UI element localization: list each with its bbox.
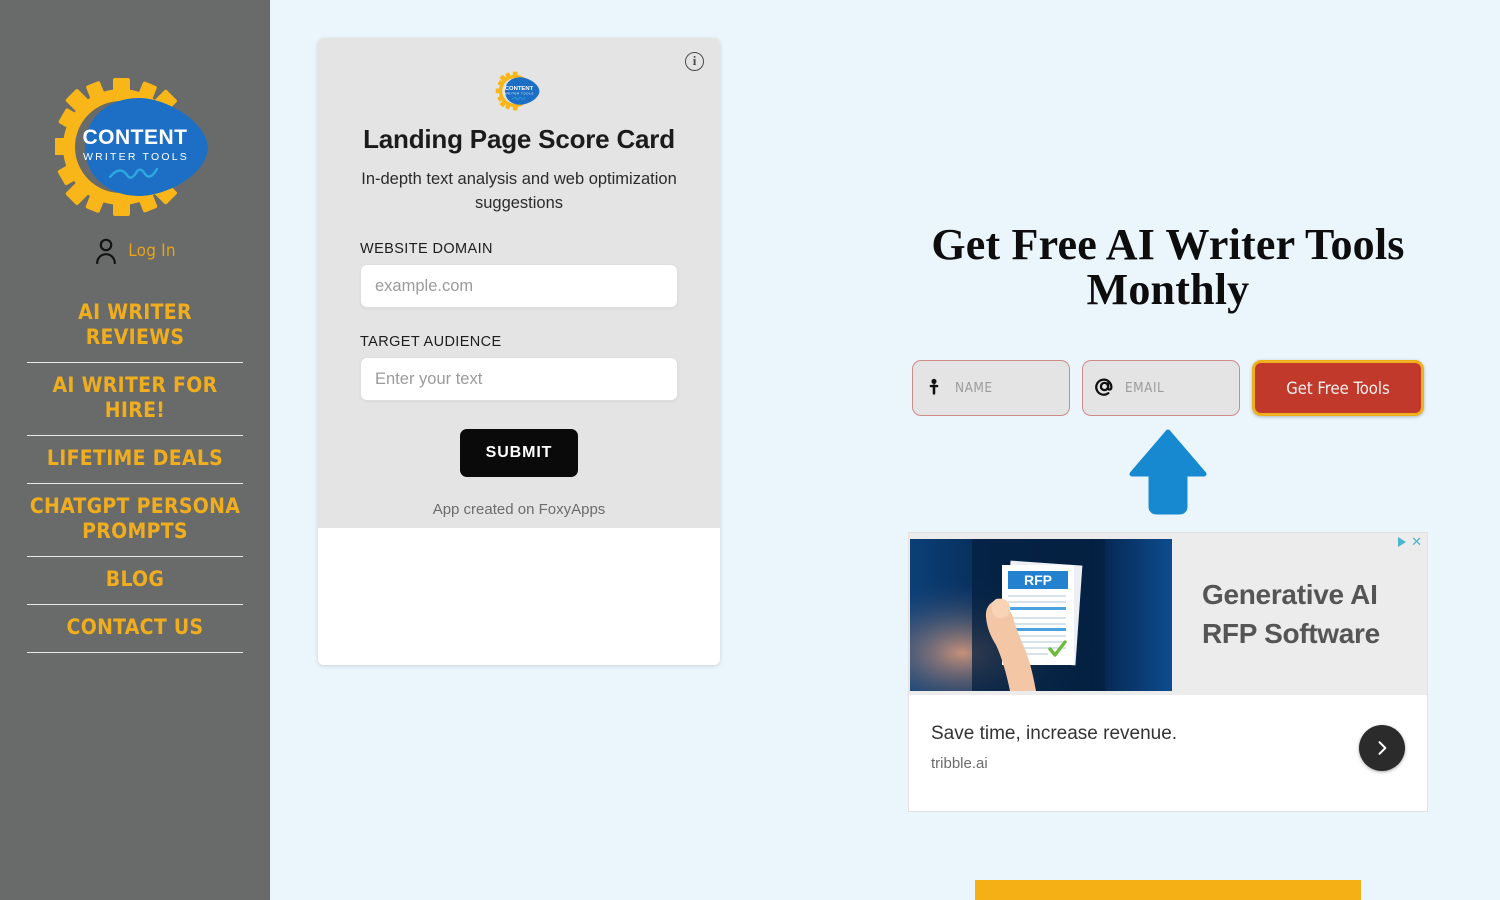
info-icon[interactable]: i xyxy=(685,52,704,71)
svg-text:CONTENT: CONTENT xyxy=(505,86,534,92)
sidebar-nav: AI WRITER REVIEWS AI WRITER FOR HIRE! LI… xyxy=(27,300,243,653)
app-card-subtitle: In-depth text analysis and web optimizat… xyxy=(361,170,677,212)
ad-headline-line1: Generative AI xyxy=(1202,579,1378,610)
target-audience-label: TARGET AUDIENCE xyxy=(360,334,502,350)
sidebar: CONTENT WRITER TOOLS Log In AI WRITER RE… xyxy=(0,0,270,900)
website-domain-label: WEBSITE DOMAIN xyxy=(360,241,493,257)
app-card-logo: CONTENT WRITER TOOLS xyxy=(360,70,678,112)
ad-top-section: RFP Generative AI RFP Software xyxy=(909,533,1427,695)
close-icon[interactable]: ✕ xyxy=(1411,535,1422,548)
ad-domain: tribble.ai xyxy=(931,755,988,772)
sidebar-item-ai-writer-reviews[interactable]: AI WRITER REVIEWS xyxy=(27,300,243,363)
email-field[interactable]: EMAIL xyxy=(1082,360,1240,416)
person-icon xyxy=(94,238,118,265)
ad-body-text: Save time, increase revenue. xyxy=(931,723,1178,744)
submit-row: SUBMIT xyxy=(360,429,678,477)
up-arrow-icon xyxy=(1129,429,1207,515)
ad-headline: Generative AI RFP Software xyxy=(1172,533,1427,695)
app-card-container: i CONTENT WRITER TOOLS Landing Page Scor… xyxy=(318,38,720,665)
sidebar-item-lifetime-deals[interactable]: LIFETIME DEALS xyxy=(27,436,243,484)
rfp-badge: RFP xyxy=(1024,572,1052,588)
sidebar-item-ai-writer-for-hire[interactable]: AI WRITER FOR HIRE! xyxy=(27,363,243,436)
logo-word-content: CONTENT xyxy=(83,126,188,149)
submit-button[interactable]: SUBMIT xyxy=(459,429,579,477)
name-placeholder: NAME xyxy=(955,380,993,396)
ad-next-button[interactable] xyxy=(1359,725,1405,771)
ad-text-block: Save time, increase revenue. tribble.ai xyxy=(931,723,1359,772)
svg-text:WRITER TOOLS: WRITER TOOLS xyxy=(505,92,534,96)
name-field[interactable]: NAME xyxy=(912,360,1070,416)
sidebar-item-blog[interactable]: BLOG xyxy=(27,557,243,605)
login-label: Log In xyxy=(128,241,176,261)
page-root: CONTENT WRITER TOOLS Log In AI WRITER RE… xyxy=(0,0,1500,900)
logo-word-writer-tools: WRITER TOOLS xyxy=(83,151,189,163)
yellow-banner-strip[interactable] xyxy=(975,880,1361,900)
at-sign-icon xyxy=(1093,376,1115,400)
signup-form: NAME EMAIL Get Free Tools xyxy=(908,360,1428,416)
app-card: i CONTENT WRITER TOOLS Landing Page Scor… xyxy=(318,38,720,528)
app-credit-link[interactable]: App created on FoxyApps xyxy=(360,501,678,518)
advertisement[interactable]: ✕ RFP Generative AI RFP Software Save ti… xyxy=(908,532,1428,812)
up-arrow-pointer xyxy=(908,428,1428,516)
app-embed-column: i CONTENT WRITER TOOLS Landing Page Scor… xyxy=(318,38,720,665)
sidebar-item-contact-us[interactable]: CONTACT US xyxy=(27,605,243,653)
hero-title: Get Free AI Writer Tools Monthly xyxy=(931,220,1405,314)
get-free-tools-button[interactable]: Get Free Tools xyxy=(1252,360,1424,416)
adchoices-triangle-icon[interactable] xyxy=(1398,537,1407,547)
website-domain-input[interactable] xyxy=(360,264,678,308)
login-button[interactable]: Log In xyxy=(94,238,176,265)
app-card-empty-area xyxy=(318,528,720,665)
page-title: Landing Page Score Card xyxy=(363,124,675,154)
ad-bottom-section: Save time, increase revenue. tribble.ai xyxy=(909,695,1427,811)
ad-headline-line2: RFP Software xyxy=(1202,618,1380,649)
target-audience-input[interactable] xyxy=(360,357,678,401)
site-logo[interactable]: CONTENT WRITER TOOLS xyxy=(55,72,215,222)
ad-choices-controls: ✕ xyxy=(1398,535,1422,548)
ad-image: RFP xyxy=(910,539,1172,691)
chevron-right-icon xyxy=(1378,741,1387,755)
email-placeholder: EMAIL xyxy=(1125,380,1165,396)
hero-column: Get Free AI Writer Tools Monthly NAME EM… xyxy=(908,0,1428,812)
sidebar-item-chatgpt-persona-prompts[interactable]: CHATGPT PERSONA PROMPTS xyxy=(27,484,243,557)
person-icon xyxy=(923,378,945,399)
